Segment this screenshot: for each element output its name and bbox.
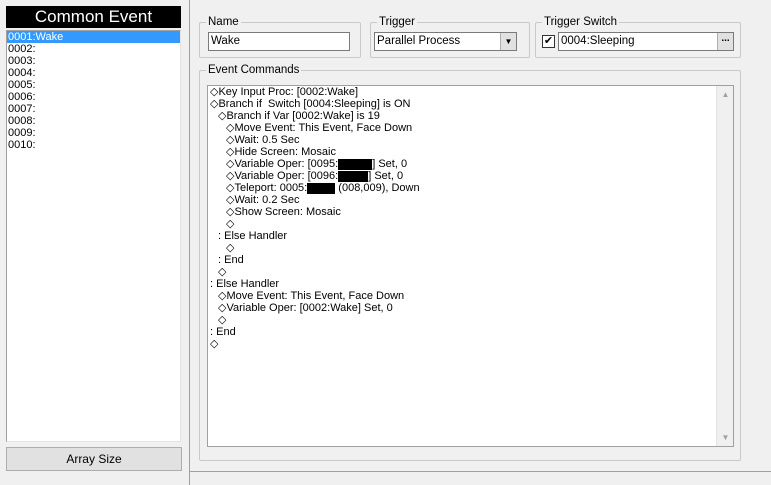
trigger-value: Parallel Process xyxy=(377,35,461,47)
common-event-item[interactable]: 0002: xyxy=(7,43,180,55)
command-line[interactable]: ◇Teleport: 0005: (008,009), Down xyxy=(208,182,733,194)
common-event-panel: Common Event 0001:Wake 0002: 0003: 0004: 000… xyxy=(0,0,189,485)
command-line[interactable]: : End xyxy=(208,326,733,338)
command-line[interactable]: ◇Wait: 0.5 Sec xyxy=(208,134,733,146)
array-size-button[interactable]: Array Size xyxy=(6,447,182,471)
event-commands-legend: Event Commands xyxy=(208,64,300,76)
command-text: : Else Handler xyxy=(218,230,288,242)
command-line[interactable]: ◇Key Input Proc: [0002:Wake] xyxy=(208,86,733,98)
command-lines: ◇Key Input Proc: [0002:Wake] ◇Branch if S… xyxy=(208,86,733,350)
event-editor: Name Wake Trigger Parallel Process ▼ Tri… xyxy=(190,0,771,485)
command-text: ◇Hide Screen: Mosaic xyxy=(226,146,336,158)
command-text: ◇ xyxy=(226,218,235,230)
common-event-list[interactable]: 0001:Wake 0002: 0003: 0004: 0005: 0006: 0007: 0… xyxy=(6,30,181,442)
browse-switch-button[interactable]: ... xyxy=(717,33,733,50)
command-line[interactable]: ◇Variable Oper: [0096: ] Set, 0 xyxy=(208,170,733,182)
redaction-block xyxy=(338,158,373,170)
common-event-item[interactable]: 0009: xyxy=(7,127,180,139)
command-line[interactable]: ◇ xyxy=(208,266,733,278)
command-text: ◇ xyxy=(226,242,235,254)
command-line[interactable]: ◇Hide Screen: Mosaic xyxy=(208,146,733,158)
command-line[interactable]: ◇ xyxy=(208,338,733,350)
trigger-switch-input[interactable]: 0004:Sleeping ... xyxy=(558,32,734,51)
scroll-down-icon[interactable]: ▼ xyxy=(717,429,733,446)
trigger-switch-legend: Trigger Switch xyxy=(544,16,618,28)
command-text: ◇Branch if Switch [0004:Sleeping] is ON xyxy=(210,98,411,110)
command-text: ◇Variable Oper: [0096: xyxy=(226,170,339,182)
command-text: : End xyxy=(210,326,236,338)
command-line[interactable]: ◇ xyxy=(208,242,733,254)
command-line[interactable]: ◇Move Event: This Event, Face Down xyxy=(208,290,733,302)
command-line[interactable]: ◇Wait: 0.2 Sec xyxy=(208,194,733,206)
command-line[interactable]: ◇Branch if Switch [0004:Sleeping] is ON xyxy=(208,98,733,110)
redaction-block xyxy=(338,170,369,182)
command-line[interactable]: ◇Variable Oper: [0002:Wake] Set, 0 xyxy=(208,302,733,314)
common-event-item[interactable]: 0010: xyxy=(7,139,180,151)
trigger-switch-checkbox[interactable]: ✔ xyxy=(542,35,555,48)
command-line[interactable]: ◇ xyxy=(208,218,733,230)
command-text: ] Set, 0 xyxy=(372,158,408,170)
redaction-block xyxy=(307,182,336,194)
command-text: ◇Teleport: 0005: xyxy=(226,182,308,194)
command-text: ◇Move Event: This Event, Face Down xyxy=(218,290,405,302)
common-event-title: Common Event xyxy=(6,6,181,28)
common-event-item[interactable]: 0004: xyxy=(7,67,180,79)
command-line[interactable]: ◇Move Event: This Event, Face Down xyxy=(208,122,733,134)
common-event-item[interactable]: 0008: xyxy=(7,115,180,127)
command-line[interactable]: ◇ xyxy=(208,314,733,326)
command-line[interactable]: : End xyxy=(208,254,733,266)
command-line[interactable]: ◇Variable Oper: [0095: ] Set, 0 xyxy=(208,158,733,170)
command-text: (008,009), Down xyxy=(335,182,420,194)
command-text: ◇Variable Oper: [0095: xyxy=(226,158,339,170)
name-input[interactable]: Wake xyxy=(208,32,350,51)
command-line[interactable]: ◇Show Screen: Mosaic xyxy=(208,206,733,218)
common-event-item[interactable]: 0007: xyxy=(7,103,180,115)
name-legend: Name xyxy=(208,16,239,28)
command-line[interactable]: : Else Handler xyxy=(208,278,733,290)
trigger-select[interactable]: Parallel Process ▼ xyxy=(374,32,517,51)
command-text: ] Set, 0 xyxy=(368,170,404,182)
event-commands-list[interactable]: ◇Key Input Proc: [0002:Wake] ◇Branch if S… xyxy=(207,85,734,447)
common-event-item[interactable]: 0001:Wake xyxy=(7,31,180,43)
command-line[interactable]: ◇Branch if Var [0002:Wake] is 19 xyxy=(208,110,733,122)
scroll-up-icon[interactable]: ▲ xyxy=(717,86,733,103)
command-text: ◇Wait: 0.2 Sec xyxy=(226,194,300,206)
checkmark-icon: ✔ xyxy=(543,35,554,47)
command-text: ◇ xyxy=(218,266,227,278)
common-event-item[interactable]: 0006: xyxy=(7,91,180,103)
command-text: : Else Handler xyxy=(210,278,280,290)
trigger-legend: Trigger xyxy=(379,16,415,28)
command-text: ◇Variable Oper: [0002:Wake] Set, 0 xyxy=(218,302,393,314)
command-text: : End xyxy=(218,254,244,266)
command-text: ◇Show Screen: Mosaic xyxy=(226,206,341,218)
trigger-switch-value: 0004:Sleeping xyxy=(561,35,635,47)
command-line[interactable]: : Else Handler xyxy=(208,230,733,242)
common-event-item[interactable]: 0003: xyxy=(7,55,180,67)
commands-scrollbar[interactable]: ▲ ▼ xyxy=(716,86,733,446)
dropdown-arrow-icon[interactable]: ▼ xyxy=(500,33,516,50)
command-text: ◇Key Input Proc: [0002:Wake] xyxy=(210,86,359,98)
command-text: ◇Wait: 0.5 Sec xyxy=(226,134,300,146)
status-strip xyxy=(190,471,771,485)
command-text: ◇Move Event: This Event, Face Down xyxy=(226,122,413,134)
command-text: ◇ xyxy=(218,314,227,326)
common-event-item[interactable]: 0005: xyxy=(7,79,180,91)
command-text: ◇ xyxy=(210,338,219,350)
command-text: ◇Branch if Var [0002:Wake] is 19 xyxy=(218,110,380,122)
